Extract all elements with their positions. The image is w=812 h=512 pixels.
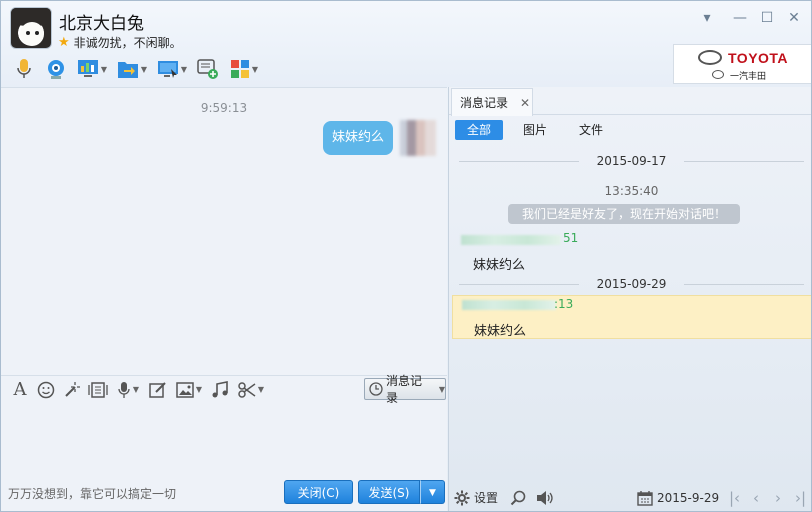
chat-message-area[interactable]: 9:59:13 妹妹约么 <box>1 87 447 375</box>
chevron-down-icon[interactable]: ▼ <box>258 385 264 394</box>
message-timestamp: 9:59:13 <box>200 101 248 115</box>
date-divider: 2015-09-17 <box>449 153 811 169</box>
chevron-down-icon[interactable]: ▼ <box>252 65 258 74</box>
history-bottom-bar: 设置 2015-9-29 |‹ ‹ › ›| <box>449 485 811 511</box>
toyota-logo-icon <box>698 50 722 65</box>
highlighted-message[interactable]: :13 妹妹约么 <box>452 295 811 339</box>
system-message: 我们已经是好友了，现在开始对话吧！ <box>508 204 740 224</box>
history-tab-header: 消息记录 ✕ <box>449 87 811 116</box>
remote-desktop-icon[interactable]: ▼ <box>73 56 111 82</box>
chevron-down-icon[interactable]: ▼ <box>141 65 147 74</box>
contact-signature: ★ 非诚勿扰，不闲聊。 <box>58 34 182 51</box>
date-text: 2015-09-29 <box>596 277 667 291</box>
contact-avatar[interactable] <box>10 7 52 49</box>
avatar-eye-right <box>35 31 39 35</box>
faw-logo-icon <box>712 70 724 79</box>
calendar-button[interactable]: 2015-9-29 <box>637 490 719 506</box>
signature-text: 非诚勿扰，不闲聊。 <box>73 36 182 50</box>
font-icon[interactable]: A <box>9 379 31 401</box>
voice-message-icon[interactable]: ▼ <box>113 379 143 401</box>
message-input[interactable] <box>1 403 447 479</box>
sender-time: :13 <box>554 297 574 311</box>
sender-avatar[interactable] <box>400 120 436 156</box>
tab-label: 消息记录 <box>460 96 509 110</box>
video-camera-icon[interactable] <box>41 56 71 82</box>
ad-sub: 一汽丰田 <box>730 72 767 82</box>
contact-name[interactable]: 北京大白兔 <box>59 9 144 34</box>
minimize-button[interactable]: — <box>731 9 749 27</box>
first-page-icon[interactable]: |‹ <box>729 489 740 507</box>
chevron-down-icon[interactable]: ▼ <box>196 385 202 394</box>
message-add-icon[interactable] <box>193 56 223 82</box>
close-button[interactable]: ✕ <box>785 9 803 27</box>
filter-all[interactable]: 全部 <box>455 120 504 140</box>
history-message: 妹妹约么 <box>474 324 527 339</box>
last-page-icon[interactable]: ›| <box>795 489 806 507</box>
date-divider: 2015-09-29 <box>449 276 811 292</box>
close-chat-button[interactable]: 关闭(C) <box>284 480 353 504</box>
history-panel: 消息记录 ✕ 全部 图片 文件 2015-09-17 13:35:40 我们已经… <box>448 87 811 511</box>
scissors-icon[interactable]: ▼ <box>235 379 267 401</box>
maximize-button[interactable]: ☐ <box>758 9 776 27</box>
chat-window: 北京大白兔 ★ 非诚勿扰，不闲聊。 ▾ — ☐ ✕ ▼ ▼ ▼ ▼ TOYOTA… <box>0 0 812 512</box>
settings-label: 设置 <box>474 491 499 505</box>
tab-message-record[interactable]: 消息记录 ✕ <box>451 88 533 116</box>
search-icon[interactable] <box>510 490 526 506</box>
chevron-down-icon: ▼ <box>438 384 445 394</box>
magic-wand-icon[interactable] <box>61 379 83 401</box>
avatar-face <box>20 22 44 46</box>
screenshot-icon[interactable] <box>87 379 109 401</box>
file-transfer-icon[interactable]: ▼ <box>113 56 151 82</box>
history-time: 13:35:40 <box>604 184 659 198</box>
ad-brand: TOYOTA <box>728 50 789 66</box>
sender-name-blurred <box>462 300 556 310</box>
chat-footer: 万万没想到，靠它可以搞定一切 关闭(C) 发送(S) ▼ <box>1 479 447 511</box>
tip-text[interactable]: 万万没想到，靠它可以搞定一切 <box>8 485 176 502</box>
sender-time: 51 <box>563 231 579 245</box>
send-button[interactable]: 发送(S) <box>358 480 420 504</box>
date-text: 2015-09-17 <box>596 154 667 168</box>
message-record-label: 消息记录 <box>385 374 422 405</box>
gear-icon <box>454 490 470 505</box>
history-message[interactable]: 妹妹约么 <box>473 254 525 273</box>
toyota-ad-banner[interactable]: TOYOTA 一汽丰田 <box>673 44 811 84</box>
music-icon[interactable] <box>209 379 231 401</box>
close-icon[interactable]: ✕ <box>520 96 530 110</box>
avatar-eye-left <box>26 31 30 35</box>
chevron-down-icon[interactable]: ▼ <box>181 65 187 74</box>
chevron-down-icon[interactable]: ▼ <box>101 65 107 74</box>
speaker-icon[interactable] <box>536 490 554 506</box>
message-record-button[interactable]: 消息记录 ▼ <box>364 374 446 405</box>
next-page-icon[interactable]: › <box>775 489 781 507</box>
image-icon[interactable]: ▼ <box>173 379 205 401</box>
filter-files[interactable]: 文件 <box>567 120 615 140</box>
edit-icon[interactable] <box>147 379 169 401</box>
message-bubble[interactable]: 妹妹约么 <box>323 121 394 155</box>
settings-button[interactable]: 设置 <box>454 489 498 506</box>
top-toolbar: ▼ ▼ ▼ ▼ <box>9 55 263 83</box>
apps-icon[interactable]: ▼ <box>225 56 263 82</box>
filter-images[interactable]: 图片 <box>511 120 559 140</box>
screen-share-icon[interactable]: ▼ <box>153 56 191 82</box>
clock-icon <box>369 382 383 396</box>
chevron-down-icon[interactable]: ▼ <box>133 385 139 394</box>
emoji-icon[interactable] <box>35 379 57 401</box>
current-date: 2015-9-29 <box>657 491 720 505</box>
microphone-icon[interactable] <box>9 56 39 82</box>
prev-page-icon[interactable]: ‹ <box>753 489 759 507</box>
calendar-icon <box>637 491 653 506</box>
send-options-button[interactable]: ▼ <box>420 480 445 504</box>
history-filters: 全部 图片 文件 <box>455 120 623 140</box>
dropdown-icon[interactable]: ▾ <box>698 9 716 27</box>
sender-name-blurred <box>461 235 561 245</box>
title-bar: 北京大白兔 ★ 非诚勿扰，不闲聊。 ▾ — ☐ ✕ ▼ ▼ ▼ ▼ TOYOTA… <box>1 1 811 87</box>
star-icon: ★ <box>58 35 70 50</box>
